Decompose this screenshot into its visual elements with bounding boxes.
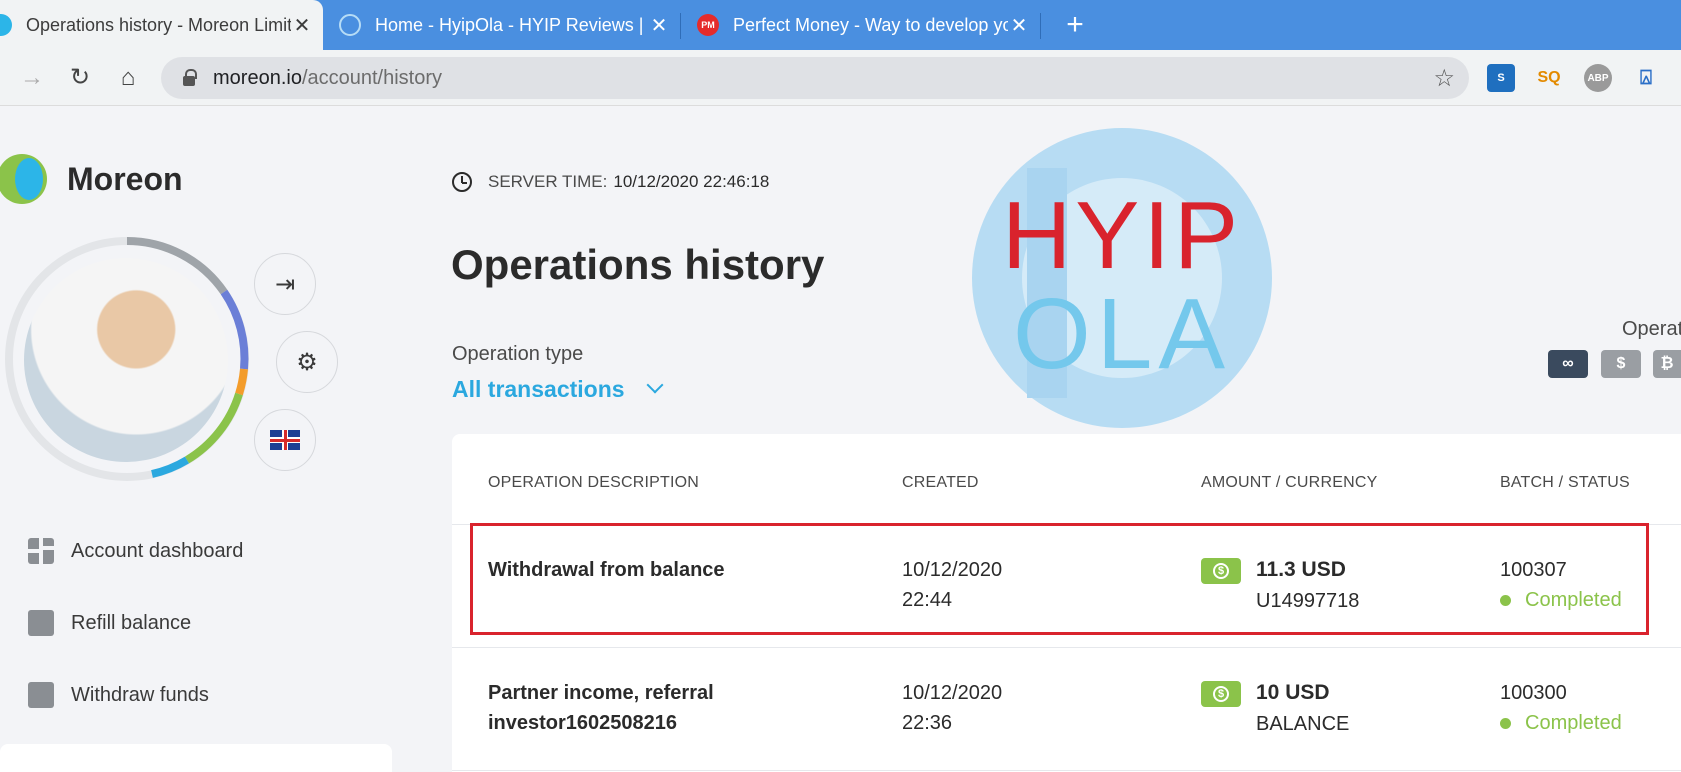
row-batch: 100307 bbox=[1500, 559, 1567, 581]
tab-perfect-money[interactable]: PM Perfect Money - Way to develop your m… bbox=[681, 0, 1040, 50]
sidebar-item-label: Withdraw funds bbox=[71, 683, 209, 706]
status-badge: Completed bbox=[1500, 708, 1622, 738]
row-amount: 10 USD bbox=[1256, 681, 1330, 704]
tab-hyipola[interactable]: Home - HyipOla - HYIP Reviews | Latest H… bbox=[323, 0, 680, 50]
close-icon[interactable]: ✕ bbox=[291, 14, 313, 37]
row-account: BALANCE bbox=[1256, 713, 1350, 735]
logout-icon: ⇥ bbox=[274, 270, 296, 298]
status-badge: Completed bbox=[1500, 585, 1622, 615]
operation-type-value: All transactions bbox=[452, 376, 625, 402]
settings-button[interactable]: ⚙ bbox=[276, 331, 338, 393]
close-icon[interactable]: ✕ bbox=[648, 14, 670, 37]
row-time: 22:36 bbox=[902, 712, 953, 734]
watermark-ola-text: OLA bbox=[1013, 278, 1231, 390]
language-button[interactable] bbox=[254, 409, 316, 471]
row-divider bbox=[452, 524, 1681, 525]
perfect-money-favicon-icon: PM bbox=[697, 14, 719, 36]
column-header-amount: AMOUNT / CURRENCY bbox=[1201, 474, 1378, 491]
server-time: SERVER TIME: 10/12/2020 22:46:18 bbox=[452, 172, 769, 192]
sidebar-item-account-dashboard[interactable]: Account dashboard bbox=[28, 538, 243, 564]
currency-btc-button[interactable]: ₿ bbox=[1653, 350, 1681, 378]
money-icon: $ bbox=[1201, 681, 1241, 707]
tab-title: Perfect Money - Way to develop your mone… bbox=[733, 14, 1008, 35]
extension-accessibility-icon[interactable]: ⍓ bbox=[1632, 64, 1660, 92]
money-icon: $ bbox=[1201, 558, 1241, 584]
reload-icon[interactable]: ↻ bbox=[64, 62, 96, 94]
gears-icon: ⚙ bbox=[296, 348, 318, 376]
operation-type-dropdown[interactable]: All transactions bbox=[452, 376, 664, 403]
extension-sq-icon[interactable]: SQ bbox=[1535, 64, 1563, 92]
browser-tab-bar: Operations history - Moreon Limited ✕ Ho… bbox=[0, 0, 1681, 50]
clock-icon bbox=[452, 172, 472, 192]
server-time-value: 10/12/2020 22:46:18 bbox=[613, 172, 770, 191]
sidebar-item-refill-balance[interactable]: Refill balance bbox=[28, 610, 191, 636]
brand[interactable]: Moreon bbox=[0, 154, 183, 204]
column-header-status: BATCH / STATUS bbox=[1500, 474, 1630, 491]
row-divider bbox=[452, 647, 1681, 648]
moreon-favicon-icon bbox=[0, 14, 12, 36]
sidebar-item-label: Account dashboard bbox=[71, 539, 244, 562]
wallet-icon bbox=[28, 610, 54, 636]
row-date: 10/12/2020 bbox=[902, 559, 1003, 581]
lock-icon bbox=[183, 69, 197, 86]
chevron-down-icon bbox=[646, 376, 664, 393]
currency-all-button[interactable]: ∞ bbox=[1548, 350, 1588, 378]
browser-toolbar: → ↻ ⌂ moreon.io/account/history ☆ S SQ A… bbox=[0, 50, 1681, 106]
bookmark-star-icon[interactable]: ☆ bbox=[1433, 64, 1455, 93]
watermark-hyip-text: HYIP bbox=[1002, 182, 1242, 289]
hyipola-favicon-icon bbox=[339, 14, 361, 36]
row-status: Completed bbox=[1525, 589, 1622, 611]
brand-name: Moreon bbox=[67, 160, 183, 197]
home-icon[interactable]: ⌂ bbox=[112, 62, 144, 94]
extension-s-icon[interactable]: S bbox=[1487, 64, 1515, 92]
tab-title: Operations history - Moreon Limited bbox=[26, 14, 291, 35]
operations-currency-label: Operat bbox=[1622, 318, 1681, 340]
moreon-logo-icon bbox=[0, 154, 47, 204]
row-account: U14997718 bbox=[1256, 590, 1360, 612]
currency-usd-button[interactable]: $ bbox=[1601, 350, 1641, 378]
column-header-description: OPERATION DESCRIPTION bbox=[488, 474, 700, 491]
withdraw-icon bbox=[28, 682, 54, 708]
row-batch: 100300 bbox=[1500, 682, 1567, 704]
tab-separator bbox=[1040, 13, 1041, 39]
operations-table: OPERATION DESCRIPTION CREATED AMOUNT / C… bbox=[452, 434, 1681, 772]
row-divider bbox=[452, 770, 1681, 771]
status-dot-icon bbox=[1500, 717, 1511, 729]
column-header-created: CREATED bbox=[902, 474, 979, 491]
sidebar-item-label: Refill balance bbox=[71, 611, 192, 634]
dashboard-icon bbox=[28, 538, 54, 564]
row-description: Partner income, referral bbox=[488, 682, 714, 704]
tab-title: Home - HyipOla - HYIP Reviews | Latest H… bbox=[375, 14, 648, 35]
forward-arrow-icon[interactable]: → bbox=[16, 62, 48, 94]
url-text: moreon.io/account/history bbox=[213, 66, 443, 89]
page-title: Operations history bbox=[451, 241, 825, 288]
address-bar[interactable]: moreon.io/account/history ☆ bbox=[161, 57, 1469, 99]
server-time-label: SERVER TIME: bbox=[488, 172, 608, 191]
page-content: Moreon ⇥ ⚙ Account dashboard Refill bala… bbox=[0, 106, 1681, 772]
row-description: Withdrawal from balance bbox=[488, 559, 725, 581]
new-tab-button[interactable]: + bbox=[1058, 8, 1092, 42]
sidebar-item-operations-history[interactable] bbox=[0, 744, 392, 772]
close-icon[interactable]: ✕ bbox=[1008, 14, 1030, 37]
row-amount: 11.3 USD bbox=[1256, 558, 1346, 581]
operation-type-label: Operation type bbox=[452, 343, 584, 365]
logout-button[interactable]: ⇥ bbox=[254, 253, 316, 315]
hyipola-watermark-logo: HYIP OLA bbox=[972, 128, 1272, 428]
avatar bbox=[24, 258, 228, 462]
row-time: 22:44 bbox=[902, 589, 953, 611]
row-status: Completed bbox=[1525, 712, 1622, 734]
row-description-secondary: investor1602508216 bbox=[488, 712, 678, 734]
sidebar-item-withdraw-funds[interactable]: Withdraw funds bbox=[28, 682, 209, 708]
tab-operations-history[interactable]: Operations history - Moreon Limited ✕ bbox=[0, 0, 323, 50]
adblock-plus-icon[interactable]: ABP bbox=[1584, 64, 1612, 92]
uk-flag-icon bbox=[270, 430, 300, 450]
status-dot-icon bbox=[1500, 594, 1511, 606]
row-date: 10/12/2020 bbox=[902, 682, 1003, 704]
